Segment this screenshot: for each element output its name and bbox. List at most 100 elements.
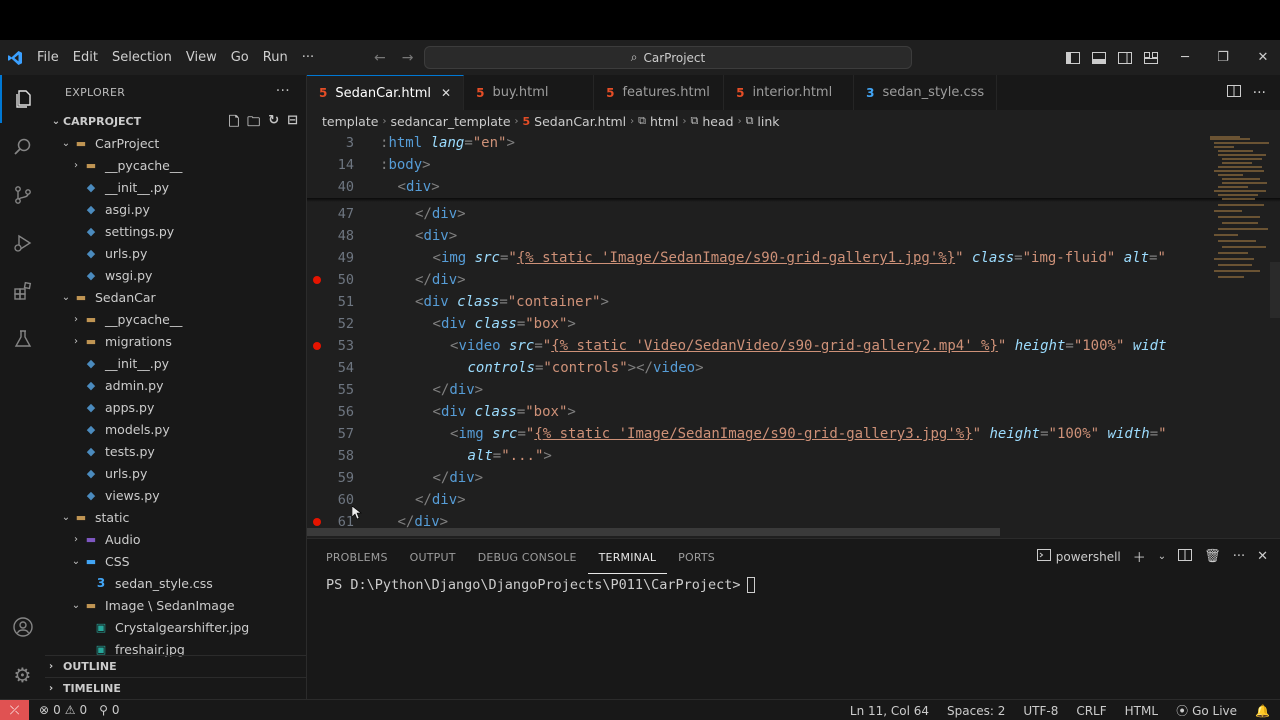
- code-editor[interactable]: 3:html lang="en"> 14:body> 40 <div> 47 </div>…: [307, 132, 1280, 538]
- remote-indicator-icon[interactable]: ⤫: [0, 699, 29, 720]
- tree-item[interactable]: ◆ admin.py: [45, 374, 306, 396]
- menu-item-2[interactable]: Selection: [105, 40, 179, 75]
- tree-item[interactable]: ◆ apps.py: [45, 396, 306, 418]
- code-line[interactable]: 60 </div>: [307, 489, 1200, 511]
- tree-item[interactable]: ◆ urls.py: [45, 462, 306, 484]
- problems-status[interactable]: ⊗ 0 ⚠ 0: [39, 703, 87, 717]
- tab-features-html[interactable]: 5 features.html: [594, 75, 725, 110]
- new-terminal-icon[interactable]: ＋: [1133, 547, 1146, 566]
- cursor-position[interactable]: Ln 11, Col 64: [850, 704, 929, 718]
- tree-item[interactable]: ◆ models.py: [45, 418, 306, 440]
- panel-tab-debug-console[interactable]: DEBUG CONSOLE: [467, 539, 588, 574]
- go-back-icon[interactable]: ←: [366, 50, 394, 66]
- encoding[interactable]: UTF-8: [1023, 704, 1058, 718]
- more-actions-icon[interactable]: ···: [276, 83, 290, 99]
- command-center-search[interactable]: ⌕ CarProject: [424, 46, 912, 69]
- go-forward-icon[interactable]: →: [394, 50, 422, 66]
- language-mode[interactable]: HTML: [1125, 704, 1158, 718]
- code-line[interactable]: 58 alt="...">: [307, 445, 1200, 467]
- outline-section[interactable]: › OUTLINE: [45, 655, 306, 677]
- terminal-prompt-line[interactable]: PS D:\Python\Django\DjangoProjects\P011\…: [326, 577, 755, 593]
- tab-buy-html[interactable]: 5 buy.html: [464, 75, 595, 110]
- code-line[interactable]: 53 <video src="{% static 'Video/SedanVide…: [307, 335, 1200, 357]
- explorer-icon[interactable]: [0, 75, 45, 123]
- code-line[interactable]: 57 <img src="{% static 'Image/SedanImage/…: [307, 423, 1200, 445]
- breadcrumb-item[interactable]: 5 SedanCar.html: [523, 114, 627, 129]
- more-actions-icon[interactable]: ···: [1233, 549, 1245, 564]
- code-line[interactable]: 54 controls="controls"></video>: [307, 357, 1200, 379]
- code-line[interactable]: 47 </div>: [307, 203, 1200, 225]
- search-view-icon[interactable]: [0, 123, 45, 171]
- toggle-sidebar-icon[interactable]: [1060, 40, 1086, 75]
- menu-item-1[interactable]: Edit: [66, 40, 105, 75]
- menu-item-5[interactable]: Run: [256, 40, 295, 75]
- split-editor-icon[interactable]: [1226, 84, 1241, 101]
- timeline-section[interactable]: › TIMELINE: [45, 677, 306, 699]
- tree-item[interactable]: ⌄ ▬ Image \ SedanImage: [45, 594, 306, 616]
- code-line[interactable]: 55 </div>: [307, 379, 1200, 401]
- code-line[interactable]: 48 <div>: [307, 225, 1200, 247]
- terminal-profile[interactable]: powershell: [1036, 548, 1121, 565]
- tree-item[interactable]: ▣ Crystalgearshifter.jpg: [45, 616, 306, 638]
- tree-item[interactable]: ◆ __init__.py: [45, 352, 306, 374]
- panel-tab-ports[interactable]: PORTS: [667, 539, 726, 574]
- tree-item[interactable]: 3 sedan_style.css: [45, 572, 306, 594]
- go-live-button[interactable]: ⦿ Go Live: [1176, 702, 1237, 719]
- menu-item-4[interactable]: Go: [224, 40, 256, 75]
- vertical-scrollbar[interactable]: [1270, 262, 1280, 318]
- chevron-down-icon[interactable]: ⌄: [1158, 551, 1166, 562]
- trash-icon[interactable]: 🗑: [1204, 549, 1221, 564]
- menu-item-3[interactable]: View: [179, 40, 224, 75]
- tree-item[interactable]: ◆ wsgi.py: [45, 264, 306, 286]
- toggle-panel-icon[interactable]: [1086, 40, 1112, 75]
- breadcrumb-item[interactable]: ⧉ link: [746, 114, 780, 129]
- breakpoint-icon[interactable]: [313, 342, 321, 350]
- tree-item[interactable]: ◆ tests.py: [45, 440, 306, 462]
- close-window-icon[interactable]: ✕: [1248, 40, 1278, 75]
- breadcrumb-item[interactable]: sedancar_template: [390, 114, 510, 129]
- line-ending[interactable]: CRLF: [1076, 704, 1106, 718]
- code-line[interactable]: 40 <div>: [307, 176, 1200, 198]
- tree-item[interactable]: ⌄ ▬ static: [45, 506, 306, 528]
- more-actions-icon[interactable]: ···: [1253, 85, 1266, 101]
- run-debug-icon[interactable]: [0, 219, 45, 267]
- breadcrumb-item[interactable]: template: [322, 114, 378, 129]
- restore-icon[interactable]: ❐: [1198, 40, 1248, 75]
- tree-item[interactable]: ◆ settings.py: [45, 220, 306, 242]
- ports-status[interactable]: ⚲ 0: [99, 703, 119, 717]
- tree-item[interactable]: ⌄ ▬ CSS: [45, 550, 306, 572]
- tree-item[interactable]: ◆ asgi.py: [45, 198, 306, 220]
- extensions-icon[interactable]: [0, 267, 45, 315]
- code-line[interactable]: 14:body>: [307, 154, 1200, 176]
- menu-item-6[interactable]: ···: [295, 40, 321, 75]
- split-terminal-icon[interactable]: [1178, 548, 1193, 565]
- tab-sedan-style-css[interactable]: 3 sedan_style.css: [854, 75, 998, 110]
- tab-sedancar-html[interactable]: 5 SedanCar.html ✕: [307, 75, 465, 110]
- project-root[interactable]: ⌄ CARPROJECT 🗋 🗀 ↻ ⊟: [45, 110, 306, 132]
- menu-item-0[interactable]: File: [30, 40, 66, 75]
- code-line[interactable]: 52 <div class="box">: [307, 313, 1200, 335]
- tree-item[interactable]: › ▬ __pycache__: [45, 308, 306, 330]
- code-line[interactable]: 51 <div class="container">: [307, 291, 1200, 313]
- settings-gear-icon[interactable]: ⚙: [0, 651, 45, 699]
- code-line[interactable]: 59 </div>: [307, 467, 1200, 489]
- tree-item[interactable]: ◆ urls.py: [45, 242, 306, 264]
- source-control-icon[interactable]: [0, 171, 45, 219]
- code-line[interactable]: 49 <img src="{% static 'Image/SedanImage/…: [307, 247, 1200, 269]
- tree-item[interactable]: › ▬ migrations: [45, 330, 306, 352]
- account-icon[interactable]: [0, 603, 45, 651]
- code-line[interactable]: 3:html lang="en">: [307, 132, 1200, 154]
- minimize-icon[interactable]: ─: [1172, 40, 1198, 75]
- code-line[interactable]: 50 </div>: [307, 269, 1200, 291]
- horizontal-scrollbar[interactable]: [307, 528, 1000, 536]
- panel-tab-problems[interactable]: PROBLEMS: [315, 539, 399, 574]
- tree-item[interactable]: › ▬ __pycache__: [45, 154, 306, 176]
- code-line[interactable]: 56 <div class="box">: [307, 401, 1200, 423]
- tab-interior-html[interactable]: 5 interior.html: [724, 75, 855, 110]
- testing-flask-icon[interactable]: [0, 315, 45, 363]
- breakpoint-icon[interactable]: [313, 276, 321, 284]
- close-panel-icon[interactable]: ✕: [1257, 549, 1268, 564]
- breakpoint-icon[interactable]: [313, 518, 321, 526]
- breadcrumb-item[interactable]: ⧉ head: [690, 114, 733, 129]
- breadcrumb-item[interactable]: ⧉ html: [638, 114, 678, 129]
